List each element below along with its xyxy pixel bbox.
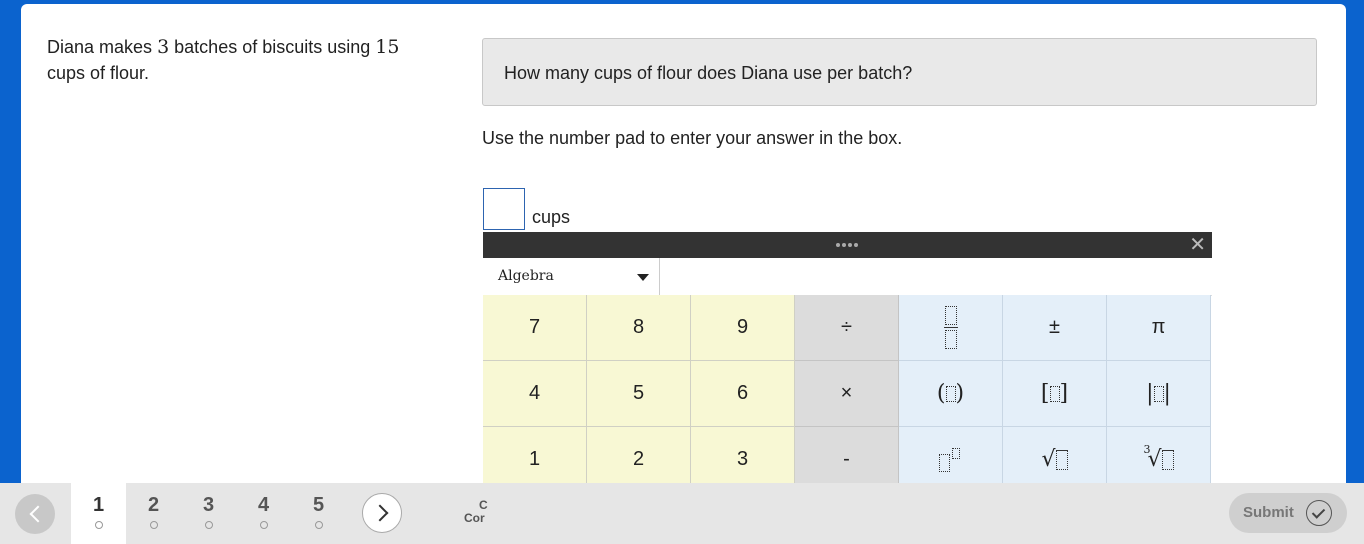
chevron-right-icon — [371, 504, 388, 522]
key-brackets[interactable]: [] — [1003, 361, 1107, 427]
next-question-button[interactable] — [362, 493, 402, 533]
question-tab-number: 5 — [312, 494, 325, 516]
key-fraction[interactable] — [899, 295, 1003, 361]
checkmark-icon — [1306, 500, 1332, 526]
question-tab-3[interactable]: 3 — [181, 483, 236, 544]
status-dot-icon — [150, 521, 158, 529]
answer-input[interactable] — [483, 188, 525, 230]
keypad-mode-row: Algebra — [483, 258, 1212, 296]
stimulus-text: Diana makes 3 batches of biscuits using … — [47, 34, 427, 86]
cube-root-index: 3 — [1143, 443, 1151, 456]
stimulus-number: 15 — [375, 36, 400, 58]
question-tab-number: 3 — [202, 494, 215, 516]
key-pi[interactable]: π — [1107, 295, 1211, 361]
stimulus-part: Diana makes — [47, 37, 158, 57]
status-dot-icon — [205, 521, 213, 529]
question-tab-1[interactable]: 1 — [71, 483, 126, 544]
question-tab-2[interactable]: 2 — [126, 483, 181, 544]
question-tab-5[interactable]: 5 — [291, 483, 346, 544]
parentheses-template-icon: () — [936, 381, 965, 406]
chevron-left-icon — [29, 505, 46, 523]
question-text: How many cups of flour does Diana use pe… — [504, 63, 913, 83]
status-dot-icon — [315, 521, 323, 529]
key-5[interactable]: 5 — [587, 361, 691, 427]
square-root-icon: √ — [1041, 447, 1068, 472]
key-plus-minus[interactable]: ± — [1003, 295, 1107, 361]
key-6[interactable]: 6 — [691, 361, 795, 427]
absolute-value-template-icon: | | — [1146, 381, 1171, 406]
question-navigation-bar: 1 2 3 4 5 C Cor Submit — [0, 483, 1364, 544]
mode-dropdown-value: Algebra — [498, 268, 554, 284]
key-divide[interactable]: ÷ — [795, 295, 899, 361]
status-dot-icon — [95, 521, 103, 529]
submit-button[interactable]: Submit — [1229, 493, 1347, 533]
close-icon[interactable]: ✕ — [1189, 234, 1206, 256]
keypad-drag-bar[interactable]: ✕ — [483, 232, 1212, 258]
question-tab-number: 2 — [147, 494, 160, 516]
question-tab-number: 1 — [92, 494, 105, 516]
key-absolute-value[interactable]: | | — [1107, 361, 1211, 427]
cube-root-icon: 3 √ — [1143, 443, 1174, 472]
stimulus-part: cups of flour. — [47, 63, 150, 83]
exponent-template-icon — [938, 447, 963, 472]
key-9[interactable]: 9 — [691, 295, 795, 361]
obscured-label: Cor — [464, 511, 485, 525]
key-7[interactable]: 7 — [483, 295, 587, 361]
instructions-text: Use the number pad to enter your answer … — [482, 128, 903, 148]
previous-question-button[interactable] — [15, 494, 55, 534]
question-tab-4[interactable]: 4 — [236, 483, 291, 544]
key-times[interactable]: × — [795, 361, 899, 427]
key-parentheses[interactable]: () — [899, 361, 1003, 427]
submit-button-label: Submit — [1243, 504, 1294, 521]
question-tab-number: 4 — [257, 494, 270, 516]
mode-dropdown[interactable]: Algebra — [483, 258, 660, 295]
stimulus-part: batches of biscuits using — [169, 37, 376, 57]
obscured-label: C — [479, 498, 488, 512]
key-8[interactable]: 8 — [587, 295, 691, 361]
chevron-down-icon — [637, 274, 649, 281]
answer-unit-label: cups — [532, 207, 571, 227]
status-dot-icon — [260, 521, 268, 529]
brackets-template-icon: [] — [1040, 381, 1069, 406]
stimulus-number: 3 — [157, 36, 170, 58]
fraction-template-icon — [943, 306, 958, 349]
question-box: How many cups of flour does Diana use pe… — [482, 38, 1317, 106]
key-4[interactable]: 4 — [483, 361, 587, 427]
drag-handle-icon[interactable] — [836, 243, 858, 247]
